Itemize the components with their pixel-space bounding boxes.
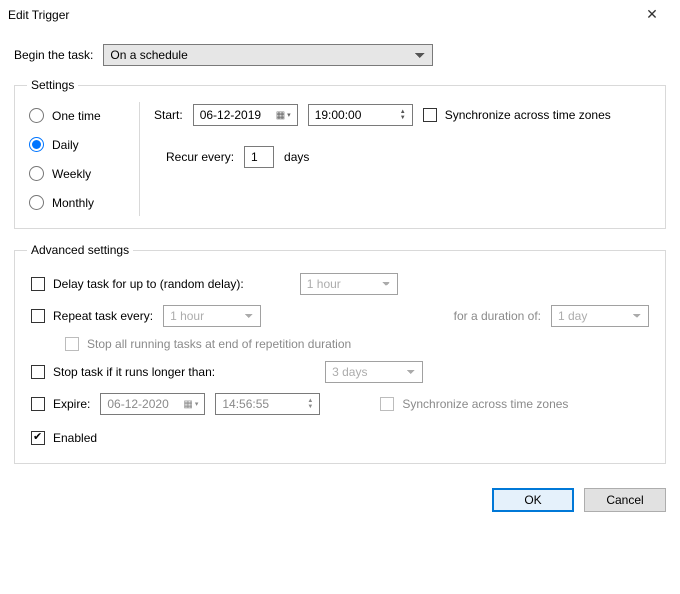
radio-weekly[interactable]: Weekly <box>29 166 121 181</box>
delay-checkbox[interactable] <box>31 277 45 291</box>
radio-one-time-input[interactable] <box>29 108 44 123</box>
start-time-value: 19:00:00 <box>315 108 362 122</box>
repeat-duration-label: for a duration of: <box>454 309 541 323</box>
repeat-row[interactable]: Repeat task every: <box>31 309 153 323</box>
repeat-label: Repeat task every: <box>53 309 153 323</box>
radio-one-time-label: One time <box>52 109 101 123</box>
radio-daily-input[interactable] <box>29 137 44 152</box>
enabled-label: Enabled <box>53 431 97 445</box>
time-spinner-icon[interactable]: ▲▼ <box>307 398 313 410</box>
expire-sync-row: Synchronize across time zones <box>380 397 568 411</box>
stop-if-row[interactable]: Stop task if it runs longer than: <box>31 365 215 379</box>
stop-if-checkbox[interactable] <box>31 365 45 379</box>
repeat-checkbox[interactable] <box>31 309 45 323</box>
radio-monthly[interactable]: Monthly <box>29 195 121 210</box>
cancel-button[interactable]: Cancel <box>584 488 666 512</box>
calendar-dropdown-icon[interactable]: ▦ ▾ <box>276 110 291 121</box>
start-label: Start: <box>154 108 183 122</box>
window-title: Edit Trigger <box>8 8 69 22</box>
radio-monthly-input[interactable] <box>29 195 44 210</box>
repeat-duration-combo[interactable]: 1 day <box>551 305 649 327</box>
radio-monthly-label: Monthly <box>52 196 94 210</box>
expire-label: Expire: <box>53 397 90 411</box>
expire-date-value: 06-12-2020 <box>107 397 168 411</box>
stop-repeat-row: Stop all running tasks at end of repetit… <box>65 337 351 351</box>
advanced-legend: Advanced settings <box>27 243 133 257</box>
sync-tz-row[interactable]: Synchronize across time zones <box>423 108 611 122</box>
close-icon[interactable]: ✕ <box>632 6 672 23</box>
begin-task-label: Begin the task: <box>14 48 93 62</box>
settings-legend: Settings <box>27 78 78 92</box>
sync-tz-label: Synchronize across time zones <box>445 108 611 122</box>
enabled-row[interactable]: Enabled <box>31 431 97 445</box>
advanced-group: Advanced settings Delay task for up to (… <box>14 243 666 464</box>
start-date-input[interactable]: 06-12-2019 ▦ ▾ <box>193 104 298 126</box>
delay-label: Delay task for up to (random delay): <box>53 277 244 291</box>
recur-label-pre: Recur every: <box>166 150 234 164</box>
delay-row[interactable]: Delay task for up to (random delay): <box>31 277 244 291</box>
recur-value-input[interactable] <box>244 146 274 168</box>
time-spinner-icon[interactable]: ▲▼ <box>400 109 406 121</box>
expire-time-value: 14:56:55 <box>222 397 269 411</box>
stop-repeat-checkbox <box>65 337 79 351</box>
radio-weekly-input[interactable] <box>29 166 44 181</box>
expire-time-input[interactable]: 14:56:55 ▲▼ <box>215 393 320 415</box>
expire-sync-label: Synchronize across time zones <box>402 397 568 411</box>
expire-sync-checkbox <box>380 397 394 411</box>
recur-label-post: days <box>284 150 309 164</box>
repeat-every-combo[interactable]: 1 hour <box>163 305 261 327</box>
enabled-checkbox[interactable] <box>31 431 45 445</box>
expire-checkbox[interactable] <box>31 397 45 411</box>
start-date-value: 06-12-2019 <box>200 108 261 122</box>
sync-tz-checkbox[interactable] <box>423 108 437 122</box>
radio-one-time[interactable]: One time <box>29 108 121 123</box>
start-time-input[interactable]: 19:00:00 ▲▼ <box>308 104 413 126</box>
delay-combo[interactable]: 1 hour <box>300 273 398 295</box>
expire-date-input[interactable]: 06-12-2020 ▦ ▾ <box>100 393 205 415</box>
ok-button[interactable]: OK <box>492 488 574 512</box>
stop-if-label: Stop task if it runs longer than: <box>53 365 215 379</box>
stop-repeat-label: Stop all running tasks at end of repetit… <box>87 337 351 351</box>
stop-if-combo[interactable]: 3 days <box>325 361 423 383</box>
titlebar: Edit Trigger ✕ <box>0 0 680 30</box>
radio-daily-label: Daily <box>52 138 79 152</box>
settings-group: Settings One time Daily Weekly Monthly <box>14 78 666 229</box>
begin-task-select[interactable]: On a schedule <box>103 44 433 66</box>
radio-daily[interactable]: Daily <box>29 137 121 152</box>
calendar-dropdown-icon[interactable]: ▦ ▾ <box>183 399 198 410</box>
expire-row[interactable]: Expire: <box>31 397 90 411</box>
radio-weekly-label: Weekly <box>52 167 91 181</box>
